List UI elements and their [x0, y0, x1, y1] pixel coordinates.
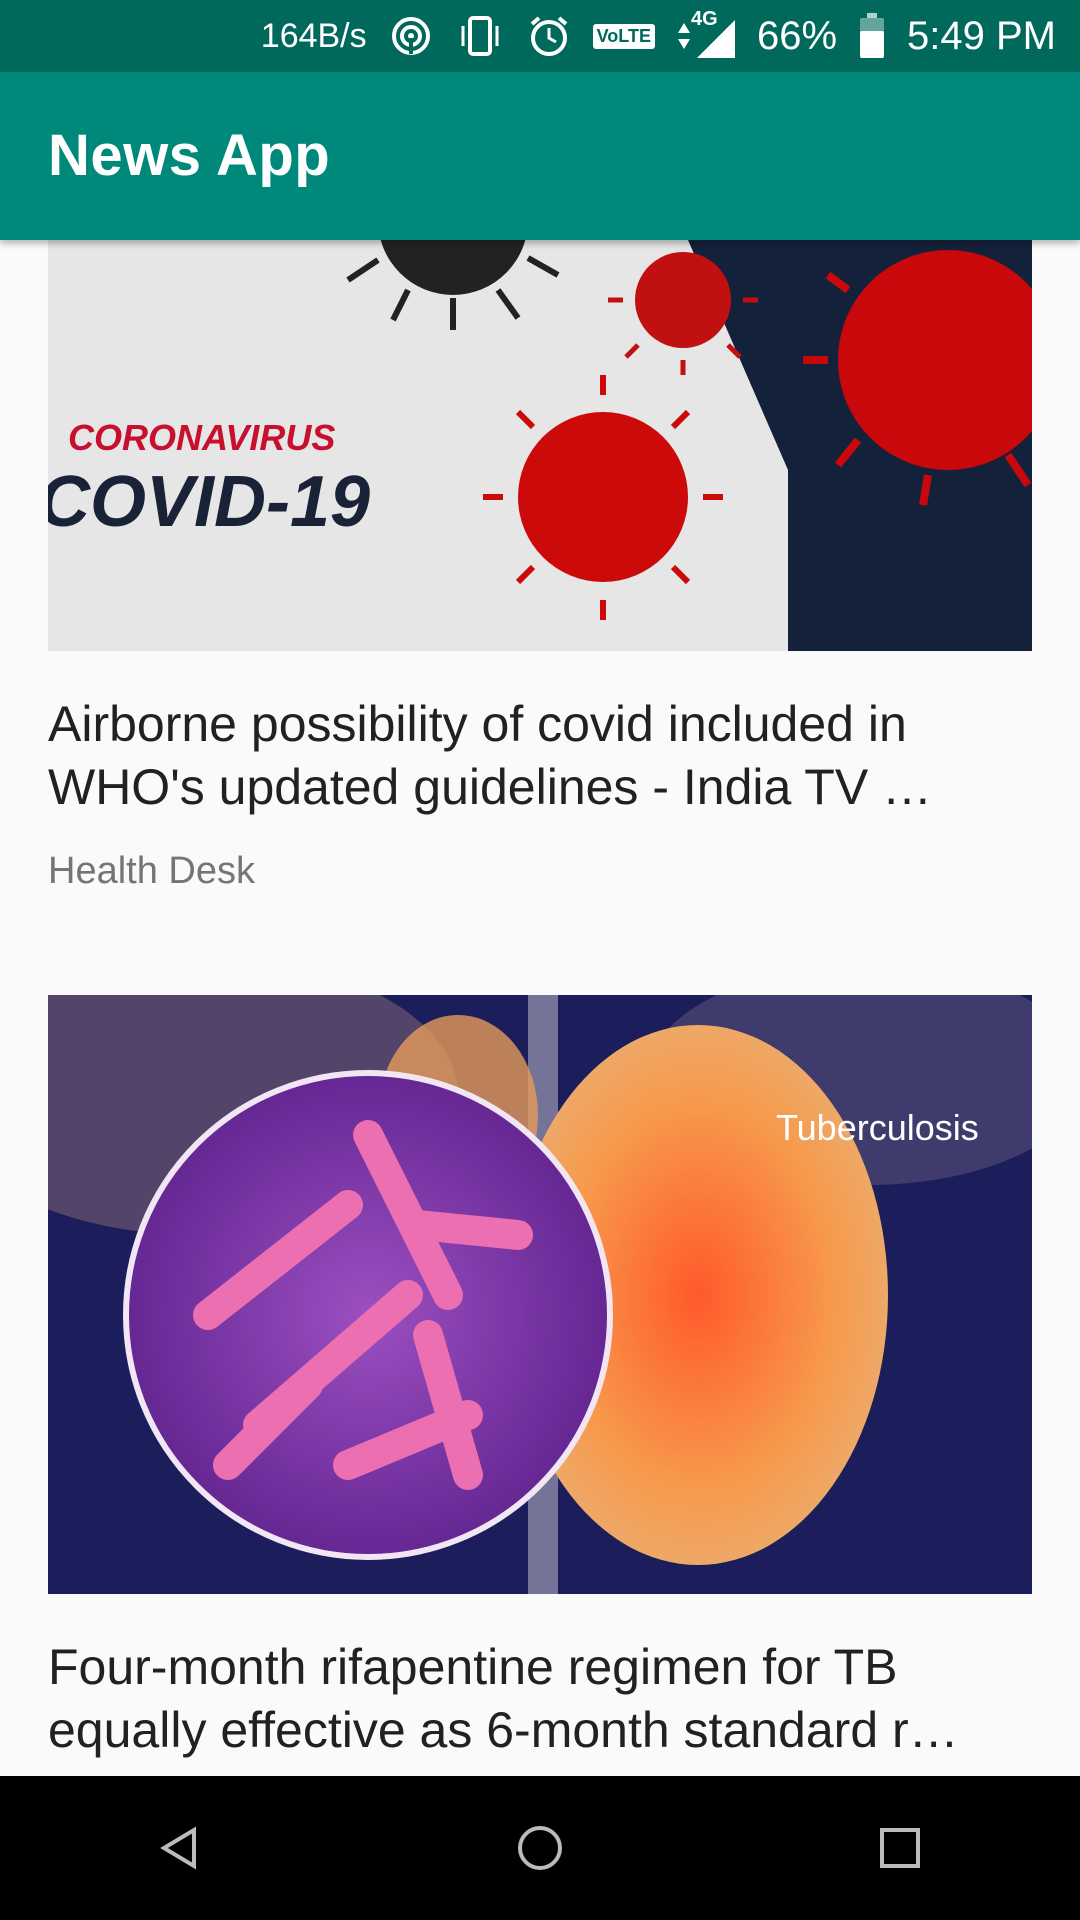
back-icon[interactable] — [120, 1788, 240, 1908]
volte-icon: VoLTE — [592, 23, 655, 49]
article-headline[interactable]: Four-month rifapentine regimen for TB eq… — [48, 1636, 1032, 1762]
home-icon[interactable] — [480, 1788, 600, 1908]
app-bar: News App — [0, 72, 1080, 240]
alarm-icon — [527, 14, 571, 58]
net-speed: 164B/s — [260, 16, 367, 55]
recents-icon[interactable] — [840, 1788, 960, 1908]
news-card[interactable]: Tuberculosis Four-month rifapentine regi… — [48, 995, 1032, 1776]
status-bar: 164B/s VoLTE 4G 66% 5:49 PM — [0, 0, 1080, 72]
article-image[interactable]: CORONAVIRUS COVID-19 — [48, 240, 1032, 651]
article-image[interactable]: Tuberculosis — [48, 995, 1032, 1594]
news-list[interactable]: CORONAVIRUS COVID-19 Airborne possibilit… — [0, 240, 1080, 1776]
volte-label: VoLTE — [592, 23, 655, 49]
vibrate-icon — [455, 14, 505, 58]
article-headline[interactable]: Airborne possibility of covid included i… — [48, 693, 1032, 819]
article-source: Health Desk — [48, 850, 255, 892]
battery-percent: 66% — [756, 13, 838, 58]
system-nav-bar — [0, 1776, 1080, 1920]
image-caption-main: COVID-19 — [48, 462, 370, 542]
clock: 5:49 PM — [907, 13, 1056, 58]
image-caption: Tuberculosis — [776, 1107, 979, 1148]
battery-icon — [859, 13, 885, 59]
image-caption-top: CORONAVIRUS — [68, 417, 335, 458]
news-card[interactable]: CORONAVIRUS COVID-19 Airborne possibilit… — [48, 240, 1032, 940]
hotspot-icon — [389, 14, 433, 58]
signal-icon: 4G — [677, 8, 735, 58]
app-title: News App — [48, 123, 331, 188]
